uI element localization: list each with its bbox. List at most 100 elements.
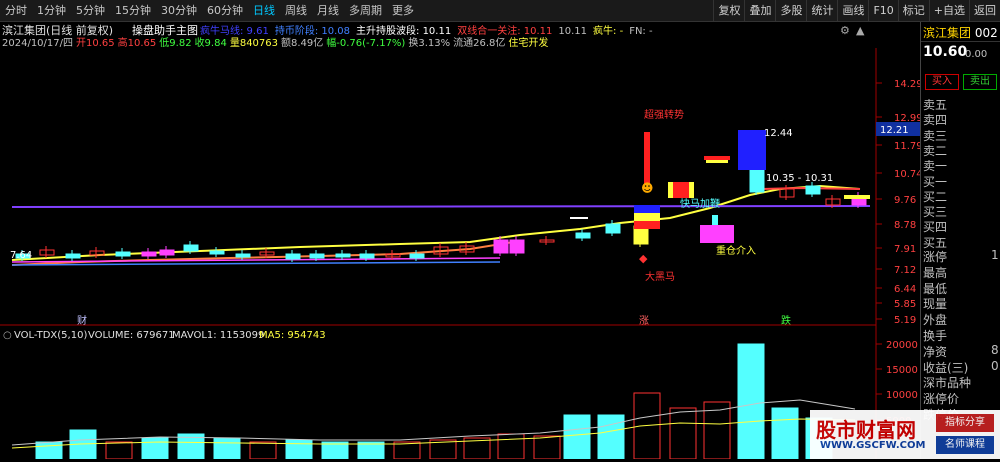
candle <box>335 253 351 258</box>
price-tick-label: 9.76 <box>894 195 916 206</box>
stat-row: 涨停 <box>923 250 948 264</box>
candle <box>570 217 588 219</box>
timeframe-3[interactable]: 15分钟 <box>110 0 156 22</box>
timeframe-7[interactable]: 周线 <box>280 0 312 22</box>
candle <box>509 239 525 254</box>
indicator-values: 疯牛马线: 9.61 持币阶段: 10.08 主升持股波段: 10.11 双线合一关注… <box>200 24 653 37</box>
vol-toggle-icon: ○ <box>3 330 12 341</box>
toolbar-button-1[interactable]: 叠加 <box>744 0 775 22</box>
panel-code-text: 002 <box>974 26 998 40</box>
price-tick-label: 10.74 <box>894 169 920 180</box>
kline-chart[interactable]: 滨江集团(日线 前复权) 操盘助手主图 疯牛马线: 9.61 持币阶段: 10.0… <box>0 22 923 460</box>
volume-bar <box>357 441 385 460</box>
stat-row: 现量 <box>923 297 948 312</box>
volume-bar <box>141 437 169 460</box>
candle <box>706 160 728 163</box>
timeframe-5[interactable]: 60分钟 <box>202 0 248 22</box>
heavy-entry-signal: 重仓介入 <box>716 244 756 257</box>
stat-row: 最低 <box>923 281 948 296</box>
toolbar-button-6[interactable]: 标记 <box>897 0 929 22</box>
candle <box>539 239 555 243</box>
price-tick-label: 8.78 <box>894 220 916 231</box>
high-price-marker: 12.44 <box>764 128 793 139</box>
candle <box>309 253 325 259</box>
toolbar-button-3[interactable]: 统计 <box>806 0 837 22</box>
toolbar-button-0[interactable]: 复权 <box>713 0 744 22</box>
bar-info: 2024/10/17/四 开10.65 高10.65 低9.82 收9.84 量84076… <box>2 36 548 49</box>
vol-ma-yellow <box>11 418 856 449</box>
toolbar-button-2[interactable]: 多股 <box>775 0 806 22</box>
timeframe-0[interactable]: 分时 <box>0 0 32 22</box>
stat-value: 0.3 <box>991 358 1000 373</box>
bar-info-part: 额8.49亿 <box>281 36 323 49</box>
timeframe-1[interactable]: 1分钟 <box>32 0 71 22</box>
candle <box>805 185 821 195</box>
timeframe-6[interactable]: 日线 <box>248 0 280 22</box>
sell-button[interactable]: 卖出 <box>963 74 997 90</box>
timeframe-8[interactable]: 月线 <box>312 0 344 22</box>
volume-bar <box>285 439 313 460</box>
buy-button[interactable]: 买入 <box>925 74 959 90</box>
stat-row: 外盘 <box>923 313 948 328</box>
watermark-title: 股市财富网 <box>816 418 916 442</box>
stat-row: 净资 <box>923 344 948 359</box>
bar-info-part: 低9.82 <box>159 36 191 49</box>
timeframe-toolbar: 分时 1分钟 5分钟 15分钟 30分钟 60分钟 日线 周线 月线 多周期 更多 复权 叠加 多股 统计… <box>0 0 1000 22</box>
candle <box>159 249 175 256</box>
quote-panel: 滨江集团 002 10.60 0.00 买入 卖出 卖五 卖四 卖三 卖二 卖一 买一 买二… <box>920 22 1000 459</box>
stat-row: 深市品种 <box>923 376 972 391</box>
indicator-part: FN: - <box>629 26 653 37</box>
price-tick-label: 6.44 <box>894 284 916 295</box>
candle <box>634 205 660 213</box>
watermark: 股市财富网 WWW.GSCFW.COM 指标分享 名师课程 <box>810 410 1000 459</box>
watermark-url: WWW.GSCFW.COM <box>820 440 926 451</box>
volume-bar <box>597 414 625 460</box>
candle <box>779 188 795 198</box>
candle <box>644 132 650 184</box>
candle <box>704 156 730 160</box>
volume-bar <box>105 441 133 460</box>
bull-icon: ☻ <box>641 181 654 195</box>
toolbar-button-5[interactable]: F10 <box>868 0 897 22</box>
bar-info-part: 2024/10/17/四 <box>2 38 73 49</box>
candle <box>712 215 718 225</box>
candle <box>409 253 425 259</box>
candle <box>738 130 766 170</box>
timeframe-4[interactable]: 30分钟 <box>156 0 202 22</box>
vol-tick-label: 20000 <box>886 340 918 351</box>
bar-info-part: 高10.65 <box>118 36 157 49</box>
diamond-icon: ◆ <box>639 252 648 265</box>
indicator-part: 双线合一关注: 10.11 <box>457 24 552 37</box>
collapse-icon[interactable]: ▲ <box>856 24 865 37</box>
vol-tick-label: 15000 <box>886 365 918 376</box>
volume-bar <box>533 435 561 460</box>
bar-info-part: 流通26.8亿 <box>453 36 505 49</box>
price-tick-label: 7.91 <box>894 244 916 255</box>
volume-bar <box>249 441 277 460</box>
vol-value: VOLUME: 679671 <box>88 330 175 341</box>
candle <box>844 195 870 199</box>
stat-value: 11 <box>991 248 1000 262</box>
volume-bar <box>213 437 241 460</box>
panel-stock-name: 滨江集团 002 <box>921 22 1000 42</box>
panel-name-text: 滨江集团 <box>923 26 972 40</box>
toolbar-button-8[interactable]: 返回 <box>969 0 1000 22</box>
stock-title: 滨江集团(日线 前复权) <box>2 23 113 37</box>
watermark-tag2: 名师课程 <box>936 436 994 454</box>
volume-bar <box>321 441 349 460</box>
bar-info-part: 量840763 <box>230 37 278 49</box>
volume-bar <box>393 441 421 460</box>
chart-area[interactable]: 滨江集团(日线 前复权) 操盘助手主图 疯牛马线: 9.61 持币阶段: 10.0… <box>0 22 923 460</box>
toolbar-button-4[interactable]: 画线 <box>837 0 868 22</box>
timeframe-10[interactable]: 更多 <box>387 0 419 22</box>
timeframe-9[interactable]: 多周期 <box>344 0 387 22</box>
quick-horse-signal: 快马加鞭 <box>680 197 720 210</box>
timeframe-2[interactable]: 5分钟 <box>71 0 110 22</box>
stat-row: 最高 <box>923 265 948 280</box>
settings-icon[interactable]: ⚙ <box>840 24 850 37</box>
panel-change: 0.00 <box>965 49 988 60</box>
candle <box>634 213 660 221</box>
toolbar-button-7[interactable]: +自选 <box>928 0 969 22</box>
range-label: 10.35 - 10.31 <box>766 173 833 184</box>
panel-price: 10.60 <box>923 44 968 60</box>
